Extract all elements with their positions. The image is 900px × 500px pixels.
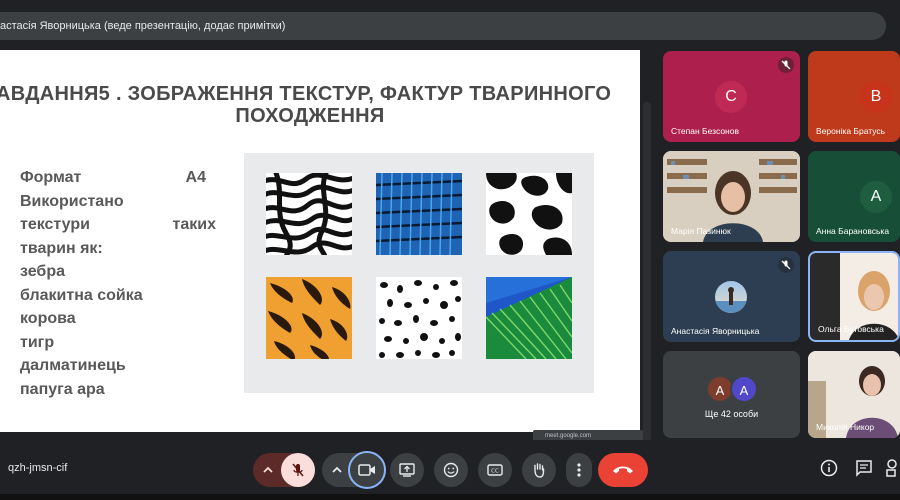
animal-blue-jay: блакитна сойка — [20, 286, 143, 304]
chat-icon — [856, 460, 872, 477]
participant-tile-olha-speaking[interactable]: Ольга Бутовська — [808, 251, 900, 342]
animal-tiger: тигр — [20, 333, 55, 351]
such-label: таких — [172, 216, 216, 233]
participant-name: Анна Барановська — [816, 226, 890, 236]
participant-name: Анастасія Яворницька — [671, 326, 760, 336]
video-camera-icon — [358, 464, 375, 476]
mic-control-group — [253, 453, 315, 487]
participant-name: Степан Безсонов — [671, 126, 739, 136]
macaw-texture-tile — [486, 277, 572, 359]
shapes-icon — [886, 459, 897, 477]
tiger-texture-tile — [266, 277, 352, 359]
presentation-slide: АВДАННЯ5 . ЗОБРАЖЕННЯ ТЕКСТУР, ФАКТУР ТВ… — [0, 50, 640, 432]
animal-dalmatian: далматинець — [20, 357, 126, 374]
raise-hand-button[interactable] — [522, 453, 556, 487]
hand-icon — [534, 463, 545, 478]
taskbar-strip — [0, 494, 900, 500]
meeting-code: qzh-jmsn-cif — [8, 462, 68, 474]
more-participants-label: Ще 42 особи — [704, 409, 759, 419]
participant-name: Вероніка Братусь — [816, 126, 886, 136]
slide-body-text: Формат А4 Використано текстури таких твари… — [20, 166, 216, 401]
participant-name: Марія Пазинюк — [671, 226, 731, 236]
stage-scrollbar[interactable] — [643, 102, 651, 482]
cow-texture-tile — [486, 173, 572, 255]
svg-text:CC: CC — [491, 469, 499, 475]
mic-off-icon — [292, 463, 304, 477]
chat-button[interactable] — [855, 459, 873, 482]
format-label: Формат — [20, 169, 82, 186]
present-screen-button[interactable] — [390, 453, 424, 487]
animal-cow: корова — [20, 310, 76, 327]
mic-off-icon — [778, 257, 794, 273]
participant-tile-more[interactable]: А А Ще 42 особи — [663, 351, 800, 438]
animals-intro: тварин як: — [20, 239, 103, 257]
mic-off-button[interactable] — [281, 453, 315, 487]
avatar: А — [860, 181, 892, 213]
mic-off-icon — [778, 57, 794, 73]
reactions-button[interactable] — [434, 453, 468, 487]
camera-control-group — [322, 451, 386, 489]
meeting-controls-bar: qzh-jmsn-cif CC — [0, 440, 900, 500]
zebra-texture-tile — [266, 173, 352, 255]
participant-tile-veronika[interactable]: В Вероніка Братусь — [808, 51, 900, 142]
avatar: А — [730, 375, 758, 403]
participant-tile-anastasiia[interactable]: Анастасія Яворницька — [663, 251, 800, 342]
slide-title-line2: ПОХОДЖЕННЯ — [235, 105, 385, 127]
info-icon — [820, 459, 838, 477]
avatar: С — [715, 81, 747, 113]
presentation-stage: АВДАННЯ5 . ЗОБРАЖЕННЯ ТЕКСТУР, ФАКТУР ТВ… — [0, 50, 652, 482]
textures-label: текстури — [20, 216, 90, 233]
texture-artwork-photo — [244, 153, 594, 393]
camera-button[interactable] — [348, 451, 386, 489]
participant-name: Миколія Никор — [816, 422, 875, 432]
participant-tile-stepan[interactable]: С Степан Безсонов — [663, 51, 800, 142]
top-bar: астасія Яворницька (веде презентацію, до… — [0, 0, 900, 50]
activities-button[interactable] — [886, 459, 900, 482]
more-options-button[interactable] — [566, 453, 592, 487]
slide-title-line1: АВДАННЯ5 . ЗОБРАЖЕННЯ ТЕКСТУР, ФАКТУР ТВ… — [0, 83, 612, 105]
emoji-icon — [443, 462, 459, 478]
animal-zebra: зебра — [20, 263, 65, 280]
present-screen-icon — [399, 463, 415, 477]
hang-up-icon — [613, 466, 633, 474]
more-vertical-icon — [577, 463, 581, 477]
participant-tile-mariia-video[interactable]: Марія Пазинюк — [663, 151, 800, 242]
end-call-button[interactable] — [598, 453, 648, 487]
presenter-banner[interactable]: астасія Яворницька (веде презентацію, до… — [0, 12, 886, 40]
participant-tile-mykoliia[interactable]: Миколія Никор — [808, 351, 900, 438]
format-value: А4 — [185, 169, 206, 186]
participant-name: Ольга Бутовська — [818, 324, 884, 334]
chevron-up-icon[interactable] — [330, 463, 344, 482]
avatar: В — [860, 81, 892, 113]
chevron-up-icon[interactable] — [261, 463, 275, 482]
participant-tile-anna[interactable]: А Анна Барановська — [808, 151, 900, 242]
closed-captions-icon: CC — [487, 464, 503, 476]
captions-button[interactable]: CC — [478, 453, 512, 487]
animal-macaw: папуга ара — [20, 380, 105, 398]
used-label: Використано — [20, 192, 124, 210]
blue-jay-texture-tile — [376, 173, 462, 255]
avatar — [715, 281, 747, 313]
dalmatian-texture-tile — [376, 277, 462, 359]
meeting-info-button[interactable] — [820, 459, 838, 482]
